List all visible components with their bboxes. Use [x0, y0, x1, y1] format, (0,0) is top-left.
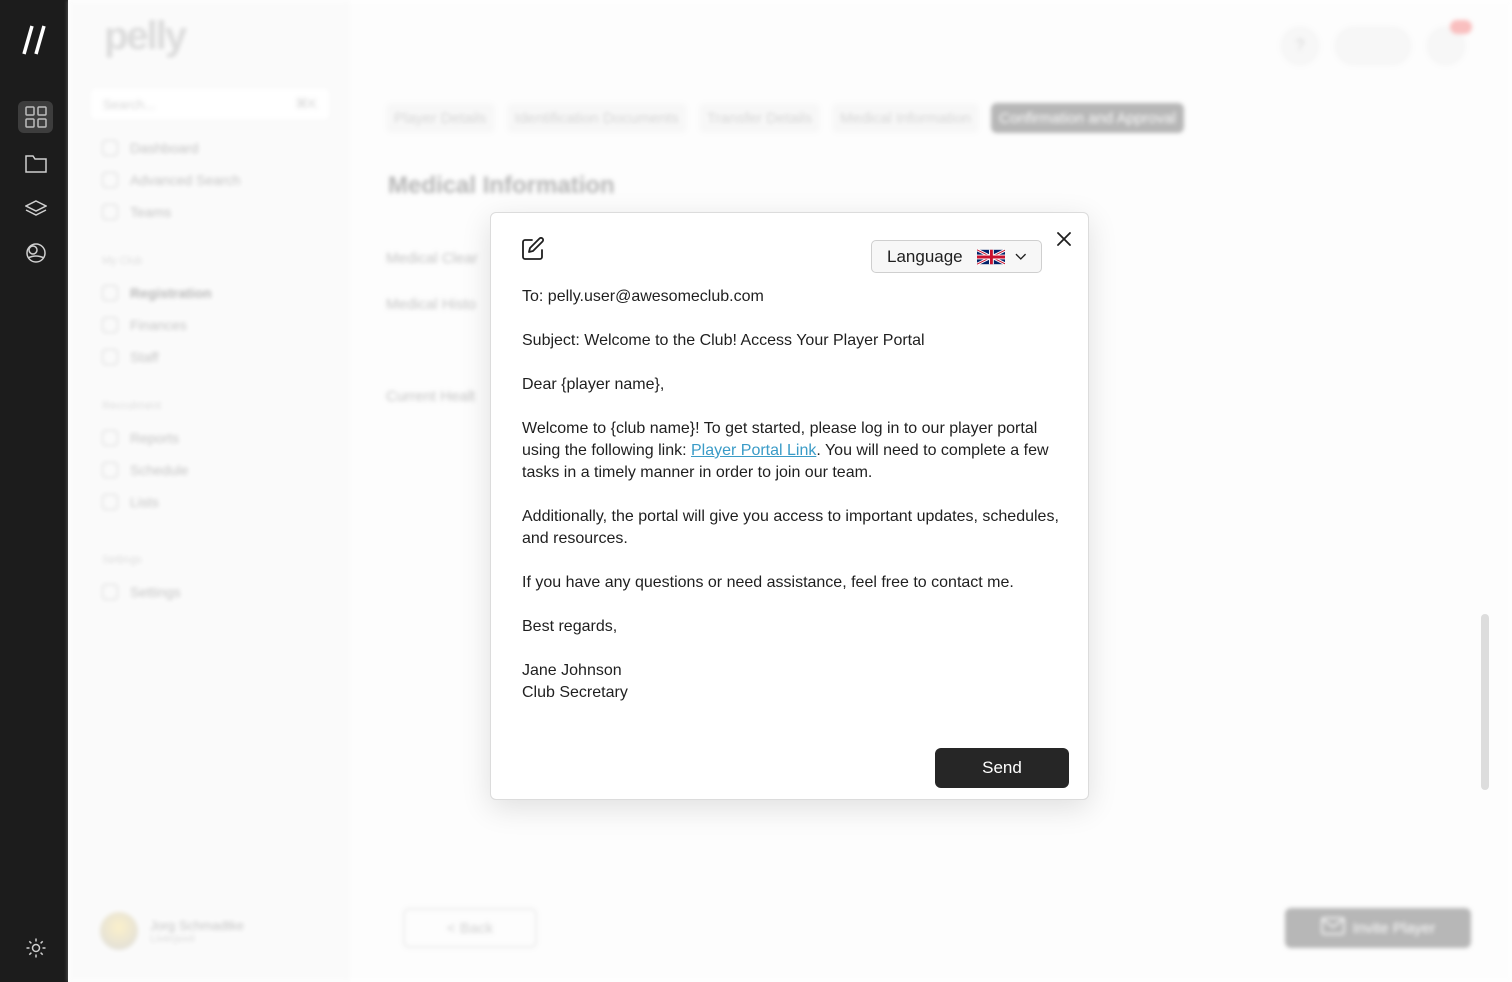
email-paragraph-1: Welcome to {club name}! To get started, …	[522, 418, 1067, 484]
tab-identification-documents[interactable]: Identification Documents	[506, 103, 687, 133]
invite-player-button[interactable]: Invite Player	[1285, 908, 1471, 948]
user-location: Liverpool	[150, 932, 195, 945]
sidebar-item-reports[interactable]: Reports	[102, 430, 179, 446]
sidebar-item-label: Teams	[130, 204, 172, 220]
invite-player-label: Invite Player	[1352, 919, 1436, 937]
step-tabs: Player Details Identification Documents …	[386, 103, 1184, 133]
notification-badge	[1450, 20, 1472, 34]
notification-bell-icon[interactable]	[1426, 20, 1472, 66]
search-placeholder: Search...	[103, 96, 156, 112]
email-closing: Best regards,	[522, 618, 618, 635]
sidebar-search-input[interactable]: Search... ⌘K	[88, 86, 332, 122]
search-icon	[102, 172, 118, 188]
sidebar-item-label: Finances	[130, 317, 187, 333]
email-to-line: To: pelly.user@awesomeclub.com	[522, 288, 764, 305]
mail-icon	[1320, 917, 1345, 939]
gear-icon[interactable]	[18, 932, 53, 964]
tab-transfer-details[interactable]: Transfer Details	[698, 103, 821, 133]
list-icon	[102, 494, 118, 510]
chevron-down-icon	[1015, 253, 1027, 260]
sidebar: pelly Search... ⌘K Dashboard Advanced Se…	[68, 0, 348, 982]
sidebar-item-label: Advanced Search	[130, 172, 241, 188]
email-paragraph-3: If you have any questions or need assist…	[522, 574, 1014, 591]
sidebar-item-label: Lists	[130, 494, 159, 510]
send-button[interactable]: Send	[935, 748, 1069, 788]
language-label: Language	[887, 246, 963, 266]
tab-player-details[interactable]: Player Details	[386, 103, 495, 133]
sidebar-item-schedule[interactable]: Schedule	[102, 462, 188, 478]
signature-name: Jane Johnson	[522, 662, 622, 679]
sidebar-item-label: Settings	[130, 584, 181, 600]
user-profile[interactable]: Jorg Schmadtke Liverpool	[100, 912, 244, 950]
layers-icon[interactable]	[18, 192, 53, 224]
sidebar-item-advanced-search[interactable]: Advanced Search	[102, 172, 241, 188]
tab-medical-information[interactable]: Medical Information	[832, 103, 980, 133]
section-recruitment: Recruitment	[102, 400, 162, 412]
back-button[interactable]: < Back	[403, 908, 537, 948]
globe-icon[interactable]	[18, 237, 53, 269]
close-button[interactable]	[1054, 229, 1074, 249]
avatar	[100, 912, 138, 950]
signature-title: Club Secretary	[522, 684, 628, 701]
search-shortcut: ⌘K	[295, 96, 317, 111]
email-modal: Language To: pelly.user@awesomeclub.com …	[490, 212, 1089, 800]
sidebar-item-registration[interactable]: Registration	[102, 285, 212, 301]
tab-confirmation-and-approval[interactable]: Confirmation and Approval	[991, 103, 1184, 133]
email-paragraph-2: Additionally, the portal will give you a…	[522, 508, 1059, 547]
help-button[interactable]: ?	[1280, 26, 1320, 66]
shield-icon	[102, 285, 118, 301]
email-subject-line: Subject: Welcome to the Club! Access You…	[522, 332, 925, 349]
edit-icon[interactable]	[521, 237, 545, 261]
calendar-icon	[102, 462, 118, 478]
section-title: Medical Information	[388, 172, 615, 199]
email-greeting: Dear {player name},	[522, 376, 665, 393]
sidebar-item-label: Registration	[130, 285, 212, 301]
folder-icon[interactable]	[18, 147, 53, 179]
sidebar-item-settings[interactable]: Settings	[102, 584, 181, 600]
sidebar-item-label: Schedule	[130, 462, 189, 478]
app-rail	[0, 0, 68, 982]
shield-icon	[102, 204, 118, 220]
user-name: Jorg Schmadtke	[150, 917, 244, 933]
home-icon	[102, 140, 118, 156]
sidebar-item-finances[interactable]: Finances	[102, 317, 187, 333]
user-icon	[102, 349, 118, 365]
sidebar-item-dashboard[interactable]: Dashboard	[102, 140, 199, 156]
sidebar-item-label: Staff	[130, 349, 159, 365]
close-icon	[1057, 232, 1071, 246]
section-settings: Settings	[102, 554, 142, 566]
email-body[interactable]: To: pelly.user@awesomeclub.com Subject: …	[522, 286, 1067, 704]
gear-icon	[102, 584, 118, 600]
player-portal-link[interactable]: Player Portal Link	[691, 442, 816, 459]
sidebar-item-label: Reports	[130, 430, 180, 446]
sidebar-item-label: Dashboard	[130, 140, 199, 156]
scrollbar[interactable]	[1481, 614, 1489, 790]
dashboard-grid-icon[interactable]	[18, 101, 53, 133]
theme-toggle[interactable]	[1334, 26, 1412, 66]
field-label: Medical Clear	[386, 250, 478, 267]
field-label: Medical Histo	[386, 296, 477, 313]
field-label: Current Healt	[386, 388, 476, 405]
section-my-club: My Club	[102, 255, 143, 267]
header-actions: ?	[1280, 20, 1472, 66]
sidebar-item-teams[interactable]: Teams	[102, 204, 171, 220]
uk-flag-icon	[976, 248, 1006, 265]
sidebar-item-lists[interactable]: Lists	[102, 494, 159, 510]
coin-icon	[102, 317, 118, 333]
report-icon	[102, 430, 118, 446]
logo-icon[interactable]	[22, 24, 48, 56]
sidebar-item-staff[interactable]: Staff	[102, 349, 159, 365]
language-select[interactable]: Language	[871, 240, 1042, 273]
brand-logo: pelly	[104, 14, 187, 58]
